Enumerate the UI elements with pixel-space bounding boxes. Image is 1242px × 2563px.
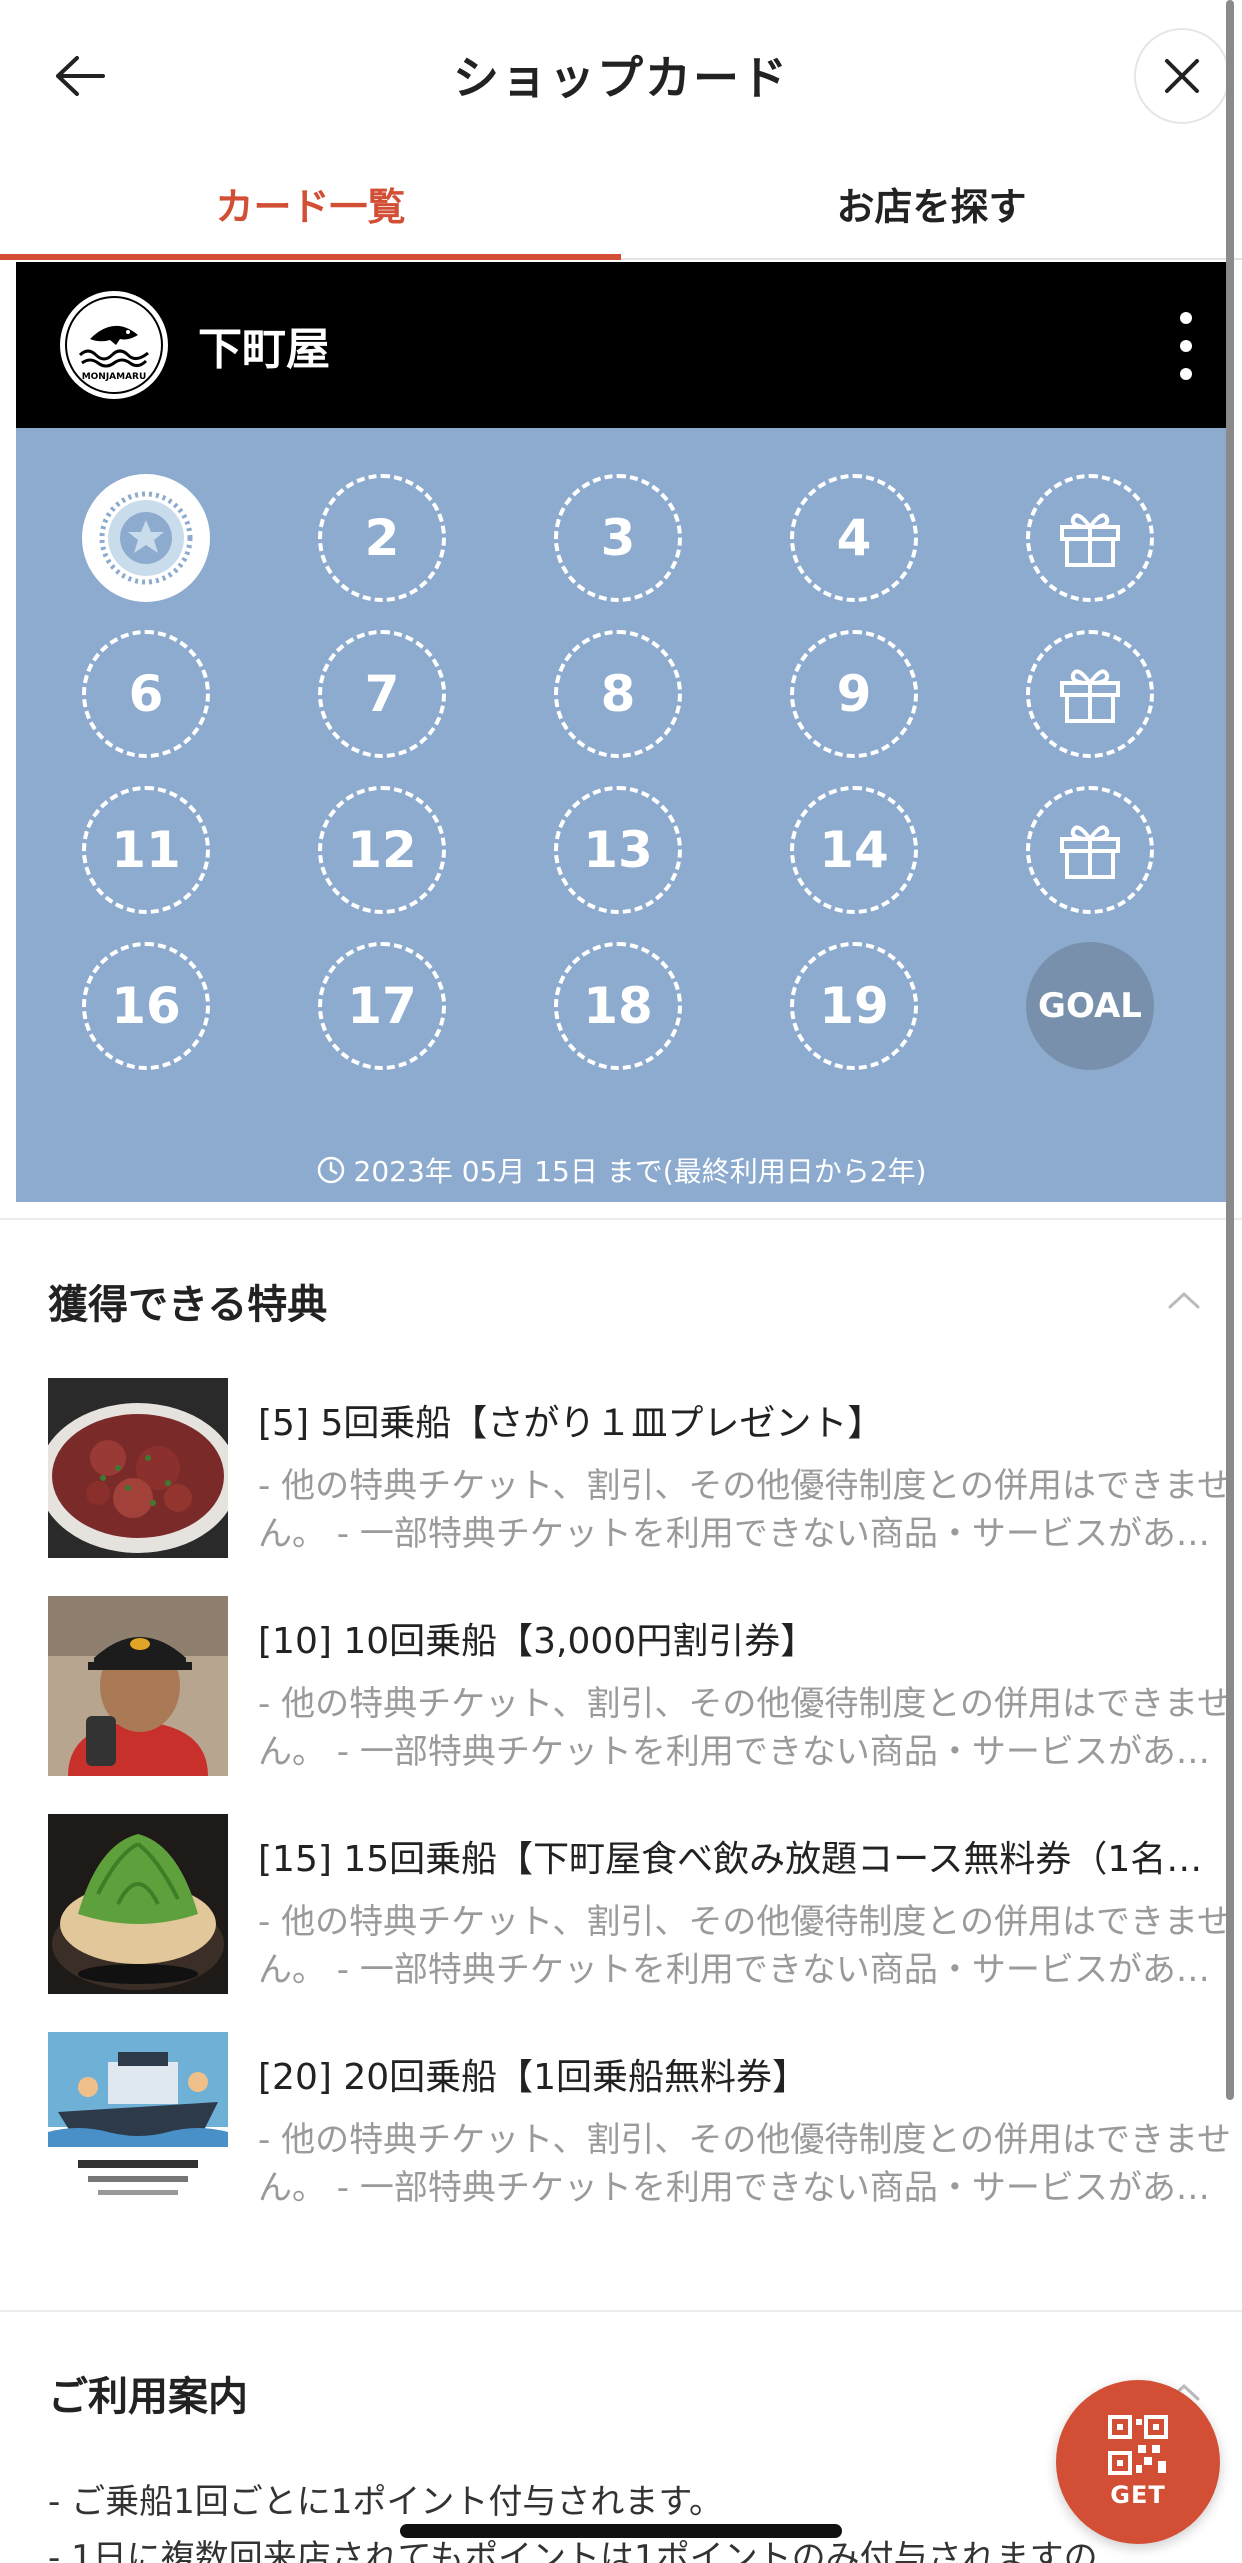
stamp-slot: 2 bbox=[318, 474, 446, 602]
stamp-slot-filled bbox=[82, 474, 210, 602]
benefit-description: - 他の特典チケット、割引、その他優待制度との併用はできません。 - 一部特典チ… bbox=[258, 1902, 1232, 1990]
collapse-benefits-button[interactable] bbox=[1164, 1280, 1204, 1320]
stamp-slot-gift bbox=[1026, 786, 1154, 914]
shop-logo: MONJAMARU bbox=[60, 291, 168, 399]
stamp-slot: 13 bbox=[554, 786, 682, 914]
benefit-image-person bbox=[48, 1596, 228, 1776]
benefit-title: [5] 5回乗船【さがり１皿プレゼント】 bbox=[258, 1403, 884, 1444]
stamp-slot: 4 bbox=[790, 474, 918, 602]
benefit-description: - 他の特典チケット、割引、その他優待制度との併用はできません。 - 一部特典チ… bbox=[258, 1684, 1232, 1772]
stamp-slot-gift bbox=[1026, 474, 1154, 602]
stamp-slot: 17 bbox=[318, 942, 446, 1070]
stamp-slot: 9 bbox=[790, 630, 918, 758]
stamp-slot: 8 bbox=[554, 630, 682, 758]
tab-find-shop[interactable]: お店を探す bbox=[621, 148, 1242, 258]
stamp-slot: 16 bbox=[82, 942, 210, 1070]
stamp-slot-goal: GOAL bbox=[1026, 942, 1154, 1070]
expiry-text: 2023年 05月 15日 まで(最終利用日から2年) bbox=[353, 1155, 927, 1188]
divider bbox=[0, 2310, 1242, 2312]
benefit-description: - 他の特典チケット、割引、その他優待制度との併用はできません。 - 一部特典チ… bbox=[258, 2120, 1232, 2208]
more-vertical-icon bbox=[1180, 312, 1192, 324]
usage-title: ご利用案内 bbox=[48, 2374, 248, 2420]
stamp-slot: 12 bbox=[318, 786, 446, 914]
get-qr-button[interactable]: GET bbox=[1056, 2380, 1220, 2544]
shop-card: MONJAMARU 下町屋 2 3 4 6 7 8 9 11 12 13 14 16 17 18 19 GOA… bbox=[16, 262, 1226, 1202]
stamp-grid: 2 3 4 6 7 8 9 11 12 13 14 16 17 18 19 GOAL bbox=[82, 474, 1154, 1070]
svg-text:MONJAMARU: MONJAMARU bbox=[82, 372, 147, 382]
shop-name: 下町屋 bbox=[198, 324, 330, 375]
stamp-slot: 6 bbox=[82, 630, 210, 758]
gift-icon bbox=[1060, 669, 1120, 723]
more-options-button[interactable] bbox=[1166, 312, 1206, 380]
benefit-item[interactable]: [5] 5回乗船【さがり１皿プレゼント】 - 他の特典チケット、割引、その他優待… bbox=[48, 1378, 1231, 1558]
stamp-slot: 11 bbox=[82, 786, 210, 914]
stamp-slot: 18 bbox=[554, 942, 682, 1070]
benefit-title: [10] 10回乗船【3,000円割引券】 bbox=[258, 1621, 817, 1662]
benefit-description: - 他の特典チケット、割引、その他優待制度との併用はできません。 - 一部特典チ… bbox=[258, 1466, 1232, 1554]
benefit-item[interactable]: [20] 20回乗船【1回乗船無料券】 - 他の特典チケット、割引、その他優待制… bbox=[48, 2032, 1231, 2212]
chevron-up-icon bbox=[1168, 1291, 1200, 1309]
tab-bar: カード一覧 お店を探す bbox=[0, 148, 1242, 260]
benefit-title: [15] 15回乗船【下町屋食べ飲み放題コース無料券（1名様）】 bbox=[258, 1839, 1238, 1880]
scrollbar[interactable] bbox=[1226, 0, 1234, 2100]
benefit-item[interactable]: [15] 15回乗船【下町屋食べ飲み放題コース無料券（1名様）】 - 他の特典チ… bbox=[48, 1814, 1238, 1994]
star-stamp-icon bbox=[99, 491, 193, 585]
clock-icon bbox=[317, 1156, 344, 1184]
page-title: ショップカード bbox=[453, 51, 789, 105]
close-icon bbox=[1165, 59, 1199, 93]
stamp-slot: 14 bbox=[790, 786, 918, 914]
stamp-slot: 3 bbox=[554, 474, 682, 602]
benefit-title: [20] 20回乗船【1回乗船無料券】 bbox=[258, 2057, 809, 2098]
usage-line: - ご乗船1回ごとに1ポイント付与されます。 bbox=[48, 2482, 723, 2522]
stamp-slot: 19 bbox=[790, 942, 918, 1070]
gift-icon bbox=[1060, 513, 1120, 567]
get-label: GET bbox=[1110, 2481, 1166, 2509]
card-header: MONJAMARU 下町屋 bbox=[16, 262, 1226, 428]
stamp-slot: 7 bbox=[318, 630, 446, 758]
benefit-image-hotpot bbox=[48, 1814, 228, 1994]
qr-code-icon bbox=[1108, 2415, 1168, 2475]
divider bbox=[0, 1218, 1242, 1220]
stamp-slot-gift bbox=[1026, 630, 1154, 758]
gift-icon bbox=[1060, 825, 1120, 879]
tab-card-list[interactable]: カード一覧 bbox=[0, 148, 621, 260]
benefit-item[interactable]: [10] 10回乗船【3,000円割引券】 - 他の特典チケット、割引、その他優… bbox=[48, 1596, 1231, 1776]
benefits-title: 獲得できる特典 bbox=[48, 1282, 328, 1328]
app-header: ショップカード bbox=[0, 0, 1242, 148]
benefit-image-boat-illustration bbox=[48, 2032, 228, 2212]
expiry-info: 2023年 05月 15日 まで(最終利用日から2年) bbox=[16, 1150, 1226, 1190]
close-button[interactable] bbox=[1134, 28, 1230, 124]
benefit-image-beef bbox=[48, 1378, 228, 1558]
home-indicator bbox=[400, 2524, 842, 2538]
stamp-area: 2 3 4 6 7 8 9 11 12 13 14 16 17 18 19 GOAL 2023年 05月 15… bbox=[16, 428, 1226, 1202]
